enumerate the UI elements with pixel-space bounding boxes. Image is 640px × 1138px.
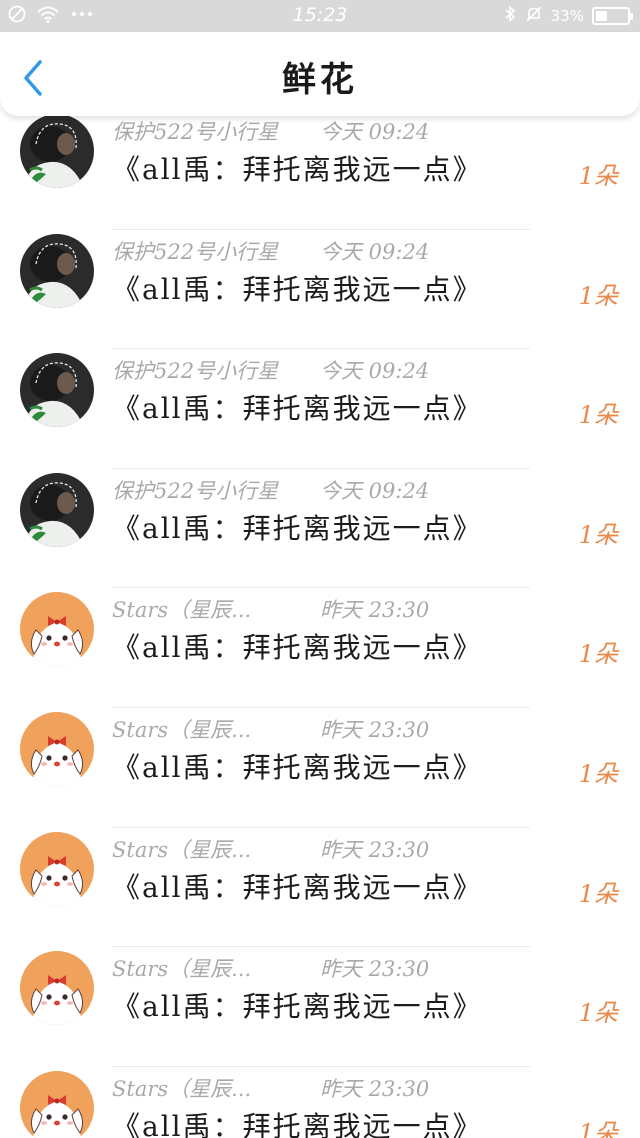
flower-count: 1朵 <box>578 162 618 190</box>
send-time: 今天 09:24 <box>320 239 430 264</box>
avatar[interactable] <box>20 831 94 906</box>
sender-name: 保护522号小行星 <box>112 239 279 264</box>
avatar[interactable] <box>20 472 94 547</box>
list-item[interactable]: 保护522号小行星 今天 09:24 《all禹：拜托离我远一点》 1朵 <box>0 230 640 350</box>
send-time: 昨天 23:30 <box>320 837 430 862</box>
book-title: 《all禹：拜托离我远一点》 <box>112 631 483 665</box>
send-time: 今天 09:24 <box>320 120 430 144</box>
flower-count: 1朵 <box>578 999 618 1028</box>
item-meta: Stars（星辰... 昨天 23:30 <box>112 714 429 744</box>
book-title: 《all禹：拜托离我远一点》 <box>112 392 483 426</box>
book-title: 《all禹：拜托离我远一点》 <box>112 511 483 545</box>
item-meta: 保护522号小行星 今天 09:24 <box>112 475 429 505</box>
list-item[interactable]: Stars（星辰... 昨天 23:30 《all禹：拜托离我远一点》 1朵 <box>0 708 640 828</box>
mute-bell-icon <box>525 5 543 27</box>
list-item[interactable]: 保护522号小行星 今天 09:24 《all禹：拜托离我远一点》 1朵 <box>0 469 640 589</box>
sender-name: 保护522号小行星 <box>112 120 279 144</box>
send-time: 昨天 23:30 <box>320 717 430 742</box>
item-meta: Stars（星辰... 昨天 23:30 <box>112 953 429 983</box>
flower-count: 1朵 <box>578 1118 618 1138</box>
sender-name: Stars（星辰... <box>112 717 252 742</box>
book-title: 《all禹：拜托离我远一点》 <box>112 153 483 186</box>
send-time: 今天 09:24 <box>320 359 430 384</box>
avatar[interactable] <box>20 951 94 1026</box>
list-item[interactable]: Stars（星辰... 昨天 23:30 《all禹：拜托离我远一点》 1朵 <box>0 828 640 948</box>
avatar[interactable] <box>20 353 94 428</box>
item-meta: 保护522号小行星 今天 09:24 <box>112 355 429 385</box>
send-time: 昨天 23:30 <box>320 598 430 623</box>
battery-icon <box>592 7 633 25</box>
avatar[interactable] <box>20 233 94 308</box>
book-title: 《all禹：拜托离我远一点》 <box>112 750 483 784</box>
sender-name: 保护522号小行星 <box>112 478 279 503</box>
book-title: 《all禹：拜托离我远一点》 <box>112 272 483 306</box>
list-item[interactable]: 保护522号小行星 今天 09:24 《all禹：拜托离我远一点》 1朵 <box>0 110 640 230</box>
status-right-icons: 33% <box>503 5 633 27</box>
flower-count: 1朵 <box>578 281 618 310</box>
battery-percent: 33% <box>550 7 584 25</box>
send-time: 昨天 23:30 <box>320 957 430 982</box>
avatar[interactable] <box>20 711 94 786</box>
battery-level <box>596 11 608 21</box>
nav-bar: 鲜花 <box>0 32 640 116</box>
avatar[interactable] <box>20 592 94 667</box>
sender-name: Stars（星辰... <box>112 598 252 623</box>
send-time: 今天 09:24 <box>320 478 430 503</box>
bluetooth-icon <box>503 5 517 27</box>
list-item[interactable]: Stars（星辰... 昨天 23:30 《all禹：拜托离我远一点》 1朵 <box>0 947 640 1067</box>
flower-list: 保护522号小行星 今天 09:24 《all禹：拜托离我远一点》 1朵 保护522号小… <box>0 110 640 1138</box>
item-meta: 保护522号小行星 今天 09:24 <box>112 236 429 266</box>
book-title: 《all禹：拜托离我远一点》 <box>112 1109 483 1138</box>
item-meta: 保护522号小行星 今天 09:24 <box>112 116 429 146</box>
list-item[interactable]: Stars（星辰... 昨天 23:30 《all禹：拜托离我远一点》 1朵 <box>0 588 640 708</box>
list-item[interactable]: Stars（星辰... 昨天 23:30 《all禹：拜托离我远一点》 1朵 <box>0 1067 640 1138</box>
page-title: 鲜花 <box>282 60 358 100</box>
item-meta: Stars（星辰... 昨天 23:30 <box>112 1073 429 1103</box>
avatar[interactable] <box>20 114 94 188</box>
flower-count: 1朵 <box>578 401 618 430</box>
flower-count: 1朵 <box>578 520 618 549</box>
flower-count: 1朵 <box>578 640 618 669</box>
sender-name: Stars（星辰... <box>112 1076 252 1101</box>
item-meta: Stars（星辰... 昨天 23:30 <box>112 834 429 864</box>
avatar[interactable] <box>20 1070 94 1138</box>
sender-name: Stars（星辰... <box>112 957 252 982</box>
item-meta: Stars（星辰... 昨天 23:30 <box>112 594 429 624</box>
sender-name: Stars（星辰... <box>112 837 252 862</box>
sender-name: 保护522号小行星 <box>112 359 279 384</box>
flower-count: 1朵 <box>578 759 618 788</box>
status-bar: 15:23 33% <box>0 0 640 32</box>
flower-count: 1朵 <box>578 879 618 908</box>
list-item[interactable]: 保护522号小行星 今天 09:24 《all禹：拜托离我远一点》 1朵 <box>0 349 640 469</box>
book-title: 《all禹：拜托离我远一点》 <box>112 870 483 904</box>
book-title: 《all禹：拜托离我远一点》 <box>112 990 483 1024</box>
send-time: 昨天 23:30 <box>320 1076 430 1101</box>
